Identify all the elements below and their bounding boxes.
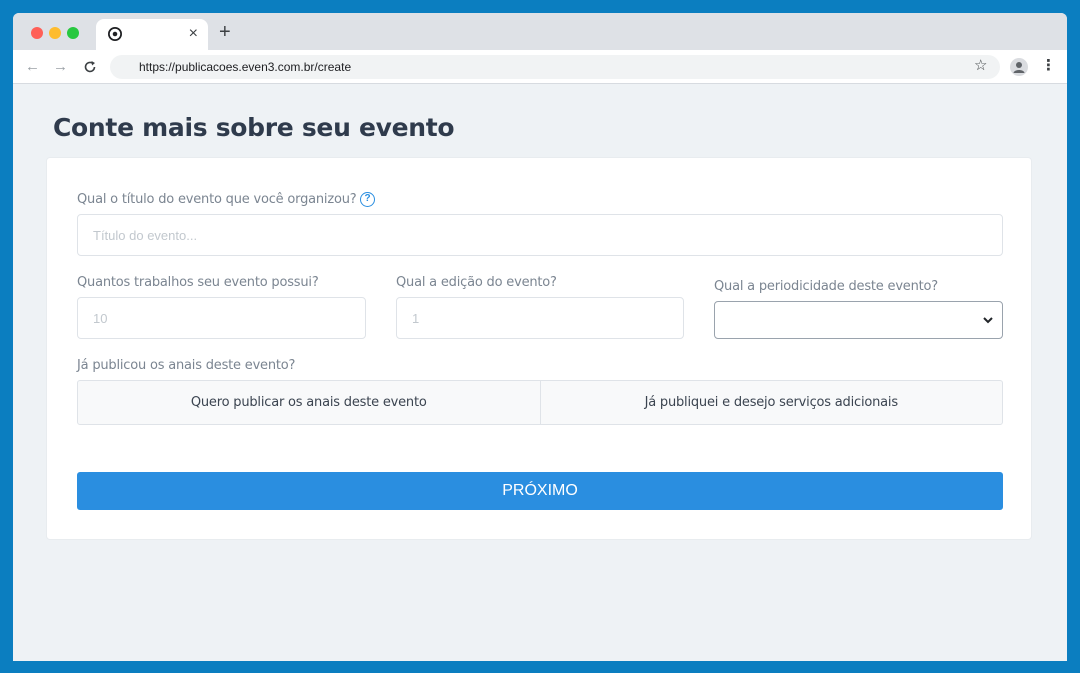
address-bar[interactable]: https://publicacoes.even3.com.br/create — [110, 55, 1000, 79]
close-window-button[interactable] — [31, 27, 43, 39]
event-form-card: Qual o título do evento que você organiz… — [46, 157, 1032, 540]
annals-option-group: Quero publicar os anais deste evento Já … — [77, 380, 1003, 425]
bookmark-star-icon[interactable]: ☆ — [974, 57, 987, 75]
tab-bar: × + — [13, 13, 1067, 50]
next-button[interactable]: PRÓXIMO — [77, 472, 1003, 510]
periodicity-select[interactable] — [714, 301, 1003, 339]
new-tab-button[interactable]: + — [219, 22, 231, 42]
page-title: Conte mais sobre seu evento — [53, 113, 455, 142]
published-annals-option[interactable]: Já publiquei e desejo serviços adicionai… — [539, 381, 1003, 424]
annals-question-label: Já publicou os anais deste evento? — [77, 358, 296, 373]
profile-avatar-icon[interactable] — [1010, 58, 1028, 76]
person-icon — [1013, 62, 1025, 73]
chevron-down-icon — [983, 317, 993, 324]
browser-menu-icon[interactable]: ⋮ — [1041, 57, 1056, 75]
title-question-label: Qual o título do evento que você organiz… — [77, 192, 357, 207]
browser-tab[interactable]: × — [96, 19, 208, 50]
periodicity-question-label: Qual a periodicidade deste evento? — [714, 279, 938, 294]
publish-annals-option[interactable]: Quero publicar os anais deste evento — [78, 381, 540, 424]
browser-window: × + ← → https://publicacoes.even3.com.br… — [13, 13, 1067, 661]
chrome-icon — [108, 27, 122, 41]
address-url: https://publicacoes.even3.com.br/create — [139, 60, 352, 74]
forward-arrow-icon[interactable]: → — [53, 58, 68, 76]
maximize-window-button[interactable] — [67, 27, 79, 39]
tab-close-button[interactable]: × — [189, 25, 198, 43]
browser-toolbar: ← → https://publicacoes.even3.com.br/cre… — [13, 50, 1067, 84]
reload-icon[interactable] — [83, 60, 97, 74]
help-icon[interactable]: ? — [360, 192, 375, 207]
minimize-window-button[interactable] — [49, 27, 61, 39]
edition-input[interactable] — [396, 297, 684, 339]
event-title-input[interactable] — [77, 214, 1003, 256]
works-question-label: Quantos trabalhos seu evento possui? — [77, 275, 319, 290]
back-arrow-icon[interactable]: ← — [25, 58, 40, 76]
works-count-input[interactable] — [77, 297, 366, 339]
edition-question-label: Qual a edição do evento? — [396, 275, 557, 290]
